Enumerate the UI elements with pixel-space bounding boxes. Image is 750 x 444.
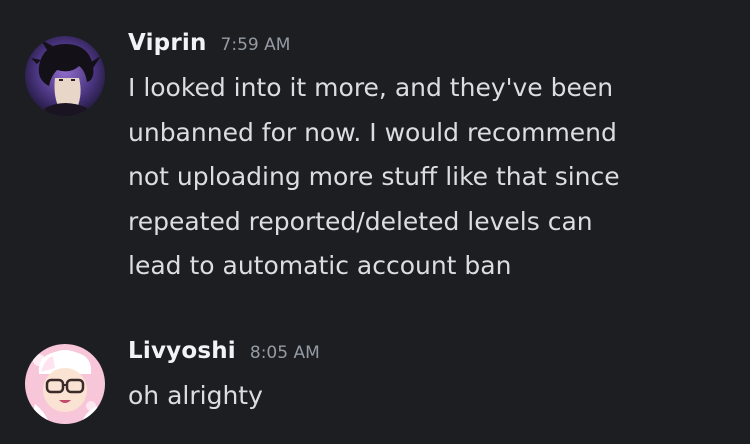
user-avatar-icon <box>25 344 105 424</box>
user-avatar-icon <box>25 36 105 116</box>
message-text: oh alrighty <box>128 381 263 410</box>
avatar[interactable] <box>25 36 105 116</box>
message-text: I looked into it more, and they've been … <box>128 73 620 280</box>
timestamp: 7:59 AM <box>220 35 291 55</box>
username[interactable]: Viprin <box>128 30 207 56</box>
message-content: Livyoshi 8:05 AM oh alrighty <box>128 338 738 419</box>
message-header: Viprin 7:59 AM <box>128 30 738 66</box>
timestamp: 8:05 AM <box>249 343 320 363</box>
avatar[interactable] <box>25 344 105 424</box>
username[interactable]: Livyoshi <box>128 338 236 364</box>
message-header: Livyoshi 8:05 AM <box>128 338 738 374</box>
chat-message-list: Viprin 7:59 AM I looked into it more, an… <box>0 0 750 444</box>
message-content: Viprin 7:59 AM I looked into it more, an… <box>128 30 738 289</box>
